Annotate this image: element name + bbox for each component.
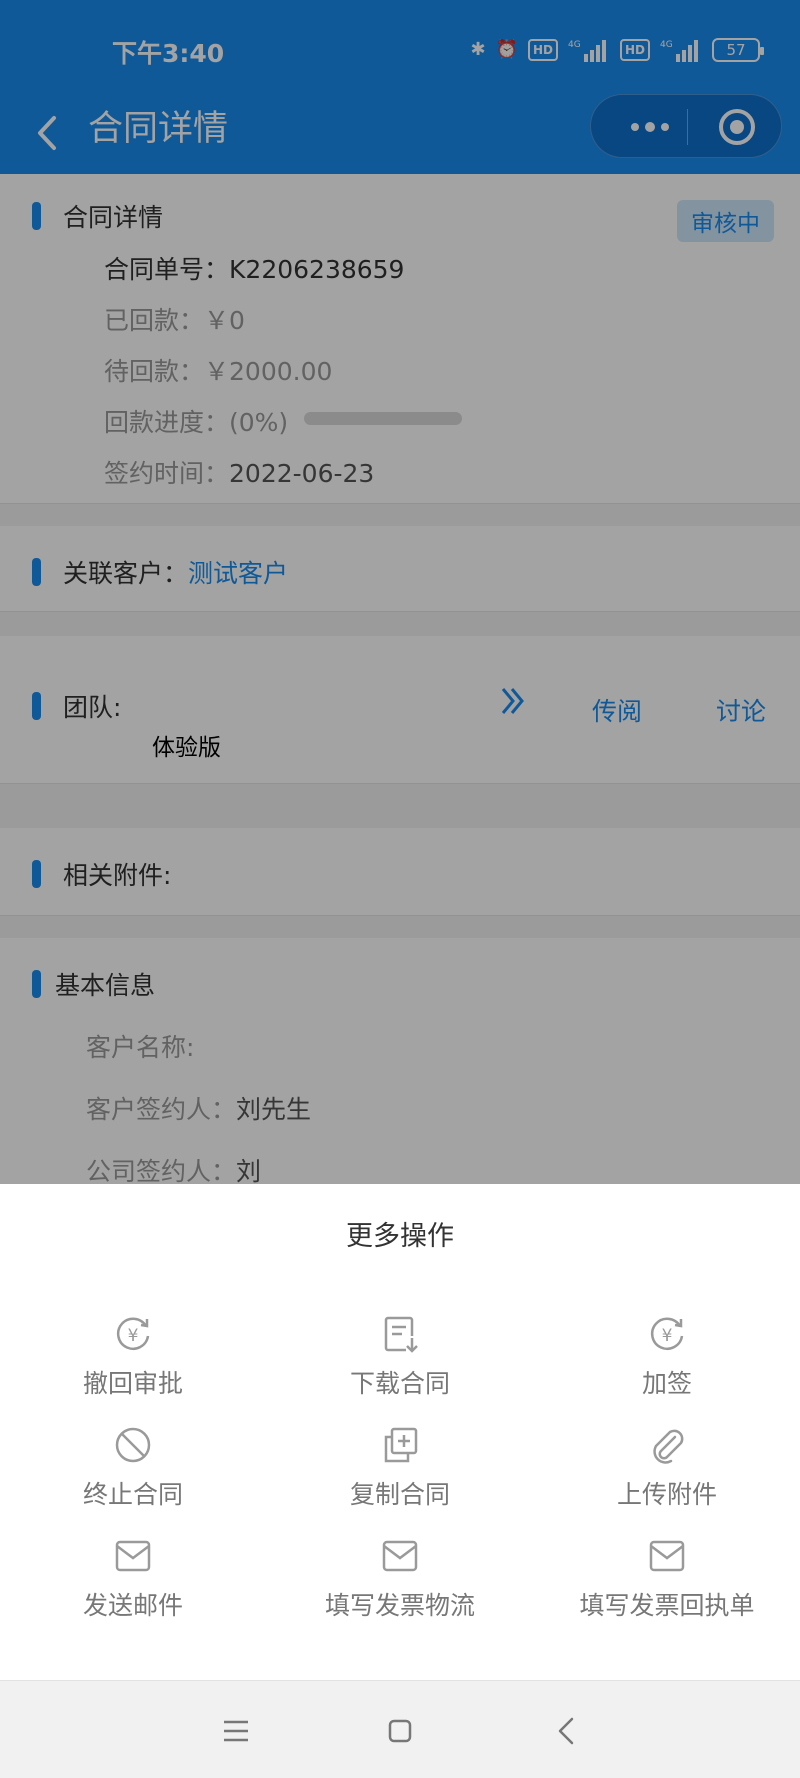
mail-icon xyxy=(382,1540,418,1572)
download-document-icon xyxy=(384,1316,418,1353)
mail-icon xyxy=(115,1540,151,1572)
sheet-title: 更多操作 xyxy=(346,1221,454,1252)
send-email-button[interactable]: 发送邮件 xyxy=(0,1536,266,1622)
mail-icon xyxy=(649,1540,685,1572)
paperclip-icon xyxy=(653,1429,684,1464)
action-label: 下载合同 xyxy=(349,1369,450,1398)
action-label: 撤回审批 xyxy=(82,1369,183,1398)
action-label: 发送邮件 xyxy=(82,1591,183,1620)
download-contract-button[interactable]: 下载合同 xyxy=(267,1314,533,1400)
svg-text:¥: ¥ xyxy=(128,1326,139,1346)
action-label: 复制合同 xyxy=(349,1480,450,1509)
menu-icon[interactable] xyxy=(216,1711,256,1751)
invoice-receipt-button[interactable]: 填写发票回执单 xyxy=(534,1536,800,1622)
add-sign-button[interactable]: ¥ 加签 xyxy=(534,1314,800,1400)
action-label: 加签 xyxy=(641,1369,692,1398)
copy-icon xyxy=(384,1427,418,1463)
action-label: 填写发票物流 xyxy=(324,1591,475,1620)
copy-contract-button[interactable]: 复制合同 xyxy=(267,1425,533,1511)
prohibit-icon xyxy=(115,1427,151,1463)
action-label: 填写发票回执单 xyxy=(579,1591,755,1620)
more-actions-sheet: 更多操作 ¥ 撤回审批 下载合同 ¥ 加签 终止合同 复制合同 上传附件 发送邮… xyxy=(0,1184,800,1680)
yen-refresh-icon: ¥ xyxy=(650,1317,684,1350)
yen-refresh-icon: ¥ xyxy=(116,1317,150,1350)
home-icon[interactable] xyxy=(380,1711,420,1751)
svg-text:¥: ¥ xyxy=(662,1326,673,1346)
invoice-logistics-button[interactable]: 填写发票物流 xyxy=(267,1536,533,1622)
upload-attachment-button[interactable]: 上传附件 xyxy=(534,1425,800,1511)
system-back-icon[interactable] xyxy=(548,1711,588,1751)
action-label: 上传附件 xyxy=(616,1480,717,1509)
withdraw-approval-button[interactable]: ¥ 撤回审批 xyxy=(0,1314,266,1400)
overlay-mask[interactable] xyxy=(0,0,800,1184)
terminate-contract-button[interactable]: 终止合同 xyxy=(0,1425,266,1511)
action-label: 终止合同 xyxy=(82,1480,183,1509)
system-nav-bar xyxy=(0,1680,800,1778)
